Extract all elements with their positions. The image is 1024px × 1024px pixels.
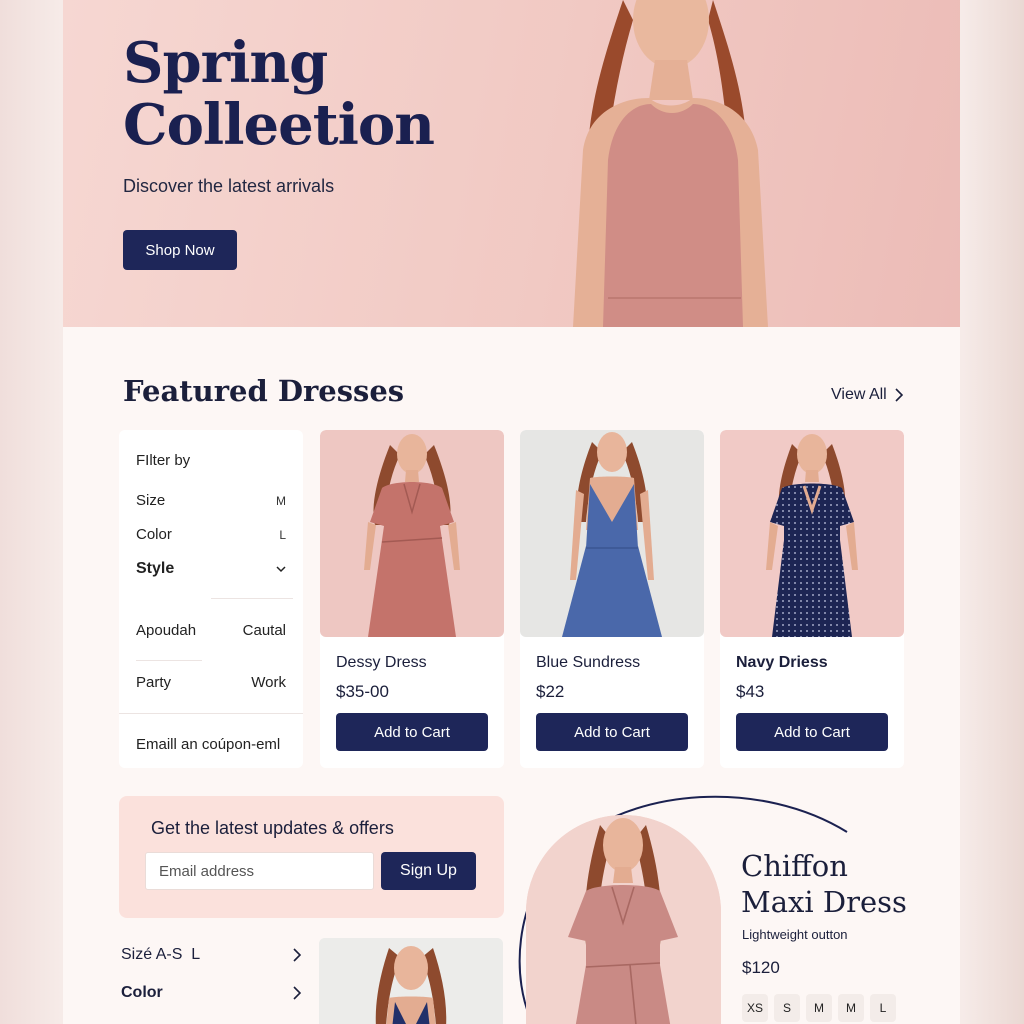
product-name[interactable]: Blue Sundress	[536, 654, 640, 672]
product-image	[720, 430, 904, 637]
size-option[interactable]: M	[838, 994, 864, 1022]
divider	[136, 660, 202, 661]
filter-color[interactable]: Color L	[136, 526, 286, 543]
filter-panel: FIlter by Size M Color L Style Apoudah C…	[119, 430, 303, 768]
product-image	[319, 938, 503, 1024]
newsletter-box: Get the latest updates & offers Sign Up	[119, 796, 504, 918]
style-option[interactable]: Apoudah	[136, 622, 196, 639]
size-filter-label: Sizé A-S	[121, 946, 183, 963]
add-to-cart-button[interactable]: Add to Cart	[536, 713, 688, 751]
size-option[interactable]: XS	[742, 994, 768, 1022]
product-price: $43	[736, 682, 765, 701]
product-price: $22	[536, 682, 565, 701]
size-option[interactable]: S	[774, 994, 800, 1022]
hero-subtitle: Discover the latest arrivals	[123, 176, 335, 196]
promo-model-illustration	[526, 815, 721, 1024]
chevron-down-icon	[276, 565, 286, 572]
promo-title-line: Maxi Dress	[741, 885, 907, 919]
product-name[interactable]: Navy Driess	[736, 654, 828, 672]
coupon-link[interactable]: Emaill an coúpon-eml	[136, 736, 286, 753]
product-image	[520, 430, 704, 637]
chevron-right-icon	[895, 388, 903, 402]
hero-model-image	[573, 0, 768, 327]
view-all-label: View All	[831, 386, 887, 403]
filter-heading-label: FIlter by	[136, 452, 191, 469]
product-card[interactable]	[319, 938, 503, 1024]
divider	[211, 598, 293, 599]
filter-style[interactable]: Style	[136, 560, 286, 578]
sign-up-button[interactable]: Sign Up	[381, 852, 476, 890]
filter-heading: FIlter by	[136, 452, 286, 469]
promo-price: $120	[742, 958, 780, 977]
hero-banner: Spring Colleetion Discover the latest ar…	[63, 0, 960, 327]
promo-title-line: Chiffon	[741, 849, 848, 883]
product-price: $35-00	[336, 682, 389, 701]
filter-style-option-row: Apoudah Cautal	[136, 622, 286, 639]
coupon-text: Emaill an coúpon-eml	[136, 736, 281, 753]
promo-image	[526, 815, 721, 1024]
product-name[interactable]: Dessy Dress	[336, 654, 427, 672]
filter-style-label: Style	[136, 560, 175, 577]
featured-title: Featured Dresses	[123, 374, 405, 408]
add-to-cart-button[interactable]: Add to Cart	[736, 713, 888, 751]
filter-size-value: M	[276, 493, 286, 508]
filter-size[interactable]: Size M	[136, 492, 286, 509]
email-input[interactable]	[145, 852, 374, 890]
chevron-right-icon	[293, 948, 301, 962]
divider	[119, 713, 303, 714]
add-to-cart-button[interactable]: Add to Cart	[336, 713, 488, 751]
color-filter-row[interactable]: Color	[121, 984, 301, 1002]
product-image	[320, 430, 504, 637]
size-option[interactable]: L	[870, 994, 896, 1022]
filter-color-value: L	[279, 527, 286, 542]
color-filter-label: Color	[121, 984, 163, 1001]
promo-title: Chiffon Maxi Dress	[741, 848, 941, 920]
filter-size-label: Size	[136, 492, 166, 509]
size-filter-text: Sizé A-S L	[121, 946, 200, 964]
hero-title: Spring Colleetion	[123, 30, 435, 158]
promo-subtitle: Lightweight outton	[742, 927, 848, 942]
page: Spring Colleetion Discover the latest ar…	[63, 0, 960, 1024]
style-option[interactable]: Party	[136, 674, 171, 691]
style-option[interactable]: Work	[251, 674, 286, 691]
chevron-right-icon	[293, 986, 301, 1000]
filter-color-label: Color	[136, 526, 172, 543]
newsletter-title: Get the latest updates & offers	[151, 818, 394, 838]
size-filter-row[interactable]: Sizé A-S L	[121, 946, 301, 964]
size-option[interactable]: M	[806, 994, 832, 1022]
product-card[interactable]: Navy Driess $43 Add to Cart	[720, 430, 904, 768]
size-filter-value: L	[191, 946, 201, 963]
product-card[interactable]: Blue Sundress $22 Add to Cart	[520, 430, 704, 768]
filter-style-option-row: Party Work	[136, 674, 286, 691]
view-all-link[interactable]: View All	[831, 386, 903, 404]
size-selector: XS S M M L	[742, 994, 896, 1022]
shop-now-button[interactable]: Shop Now	[123, 230, 237, 270]
product-card[interactable]: Dessy Dress $35-00 Add to Cart	[320, 430, 504, 768]
style-option[interactable]: Cautal	[243, 622, 286, 639]
